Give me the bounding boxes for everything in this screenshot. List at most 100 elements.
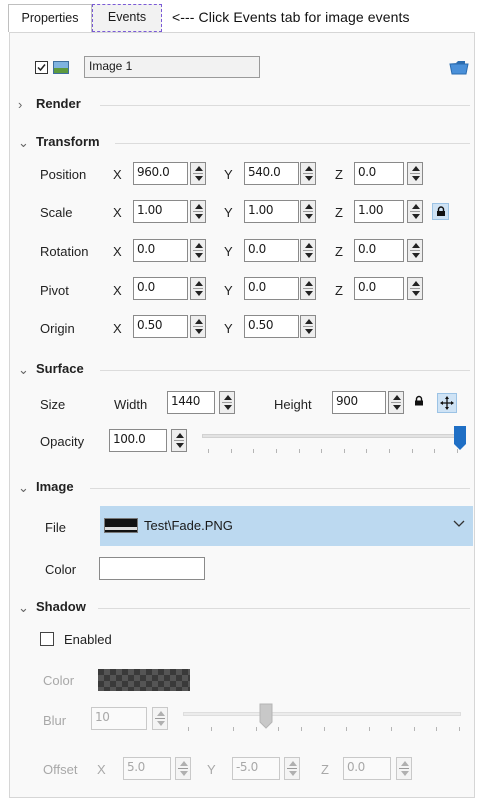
blur-slider-track[interactable] xyxy=(183,712,461,716)
chevron-right-icon: › xyxy=(18,97,23,112)
scale-lock-button[interactable] xyxy=(432,203,449,220)
origin-y-stepper[interactable] xyxy=(300,315,316,338)
height-label: Height xyxy=(274,397,312,412)
shadow-enabled-checkbox[interactable] xyxy=(40,632,54,646)
slider-tick xyxy=(299,449,300,453)
rotation-z-stepper[interactable] xyxy=(407,239,423,262)
height-input[interactable]: 900 xyxy=(332,391,386,414)
slider-tick xyxy=(366,449,367,453)
opacity-input[interactable]: 100.0 xyxy=(109,429,167,452)
offset-label: Offset xyxy=(43,762,78,777)
offset-x-stepper[interactable] xyxy=(175,757,191,780)
offset-x-input[interactable]: 5.0 xyxy=(123,757,171,780)
tab-properties[interactable]: Properties xyxy=(8,4,92,32)
width-input[interactable]: 1440 xyxy=(167,391,215,414)
offset-y-stepper[interactable] xyxy=(284,757,300,780)
opacity-stepper[interactable] xyxy=(171,429,187,452)
position-z-input[interactable]: 0.0 xyxy=(354,162,404,185)
section-image-title: Image xyxy=(36,479,74,494)
origin-x-stepper[interactable] xyxy=(190,315,206,338)
offset-y-input[interactable]: -5.0 xyxy=(232,757,280,780)
slider-tick xyxy=(253,449,254,453)
pivot-x-stepper[interactable] xyxy=(190,277,206,300)
file-label: File xyxy=(45,520,66,535)
opacity-slider-ticks xyxy=(208,449,458,453)
pivot-y-input[interactable]: 0.0 xyxy=(244,277,299,300)
scale-z-stepper[interactable] xyxy=(407,200,423,223)
file-dropdown[interactable]: Test\Fade.PNG xyxy=(100,506,473,546)
opacity-slider-track[interactable] xyxy=(202,434,460,438)
position-y-input[interactable]: 540.0 xyxy=(244,162,299,185)
height-stepper[interactable] xyxy=(388,391,404,414)
tab-events[interactable]: Events xyxy=(92,4,162,32)
shadow-color-swatch[interactable] xyxy=(98,669,190,691)
rotation-x-stepper[interactable] xyxy=(190,239,206,262)
scale-y-stepper[interactable] xyxy=(300,200,316,223)
width-label: Width xyxy=(114,397,148,412)
blur-input[interactable]: 10 xyxy=(91,707,147,730)
shadow-enabled-label: Enabled xyxy=(64,632,112,647)
position-z-stepper[interactable] xyxy=(407,162,423,185)
offset-z-stepper[interactable] xyxy=(396,757,412,780)
pivot-x-input[interactable]: 0.0 xyxy=(133,277,188,300)
slider-tick xyxy=(233,727,234,731)
divider xyxy=(100,370,470,371)
slider-tick xyxy=(208,449,209,453)
divider xyxy=(90,488,470,489)
section-render-title: Render xyxy=(36,96,81,111)
rotation-label: Rotation xyxy=(40,244,89,259)
blur-stepper[interactable] xyxy=(152,707,168,730)
section-transform-title: Transform xyxy=(36,134,100,149)
axis-y-label: Y xyxy=(224,283,233,298)
slider-tick xyxy=(231,449,232,453)
slider-tick xyxy=(459,727,460,731)
pivot-y-stepper[interactable] xyxy=(300,277,316,300)
blur-label: Blur xyxy=(43,713,67,728)
chevron-down-icon: ⌄ xyxy=(18,600,29,615)
offset-z-input[interactable]: 0.0 xyxy=(343,757,391,780)
rotation-z-input[interactable]: 0.0 xyxy=(354,239,404,262)
object-name-field[interactable]: Image 1 xyxy=(84,56,260,78)
file-value: Test\Fade.PNG xyxy=(144,518,233,533)
rotation-y-input[interactable]: 0.0 xyxy=(244,239,299,262)
slider-tick xyxy=(188,727,189,731)
move-arrows-icon xyxy=(440,396,454,410)
object-enabled-checkbox[interactable] xyxy=(35,61,48,74)
position-x-input[interactable]: 960.0 xyxy=(133,162,188,185)
axis-x-label: X xyxy=(113,205,122,220)
image-color-swatch[interactable] xyxy=(99,557,205,580)
position-x-stepper[interactable] xyxy=(190,162,206,185)
slider-tick xyxy=(256,727,257,731)
opacity-slider-thumb[interactable] xyxy=(453,425,467,451)
slider-tick xyxy=(391,727,392,731)
divider xyxy=(100,105,470,106)
origin-label: Origin xyxy=(40,321,75,336)
move-button[interactable] xyxy=(437,393,457,413)
scale-z-input[interactable]: 1.00 xyxy=(354,200,404,223)
rotation-y-stepper[interactable] xyxy=(300,239,316,262)
slider-tick xyxy=(389,449,390,453)
width-stepper[interactable] xyxy=(219,391,235,414)
position-y-stepper[interactable] xyxy=(300,162,316,185)
folder-icon[interactable] xyxy=(449,58,469,76)
rotation-x-input[interactable]: 0.0 xyxy=(133,239,188,262)
origin-x-input[interactable]: 0.50 xyxy=(133,315,188,338)
image-type-icon xyxy=(53,61,69,74)
axis-y-label: Y xyxy=(224,205,233,220)
axis-x-label: X xyxy=(113,321,122,336)
opacity-label: Opacity xyxy=(40,434,85,449)
axis-x-label: X xyxy=(113,167,122,182)
pivot-z-stepper[interactable] xyxy=(407,277,423,300)
scale-y-input[interactable]: 1.00 xyxy=(244,200,299,223)
scale-x-input[interactable]: 1.00 xyxy=(133,200,188,223)
pivot-z-input[interactable]: 0.0 xyxy=(354,277,404,300)
axis-z-label: Z xyxy=(335,167,343,182)
lock-icon[interactable] xyxy=(414,395,424,407)
origin-y-input[interactable]: 0.50 xyxy=(244,315,299,338)
divider xyxy=(115,143,470,144)
axis-z-label: Z xyxy=(321,762,329,777)
scale-x-stepper[interactable] xyxy=(190,200,206,223)
axis-y-label: Y xyxy=(224,321,233,336)
size-label: Size xyxy=(40,397,66,412)
blur-slider-thumb[interactable] xyxy=(259,703,273,729)
